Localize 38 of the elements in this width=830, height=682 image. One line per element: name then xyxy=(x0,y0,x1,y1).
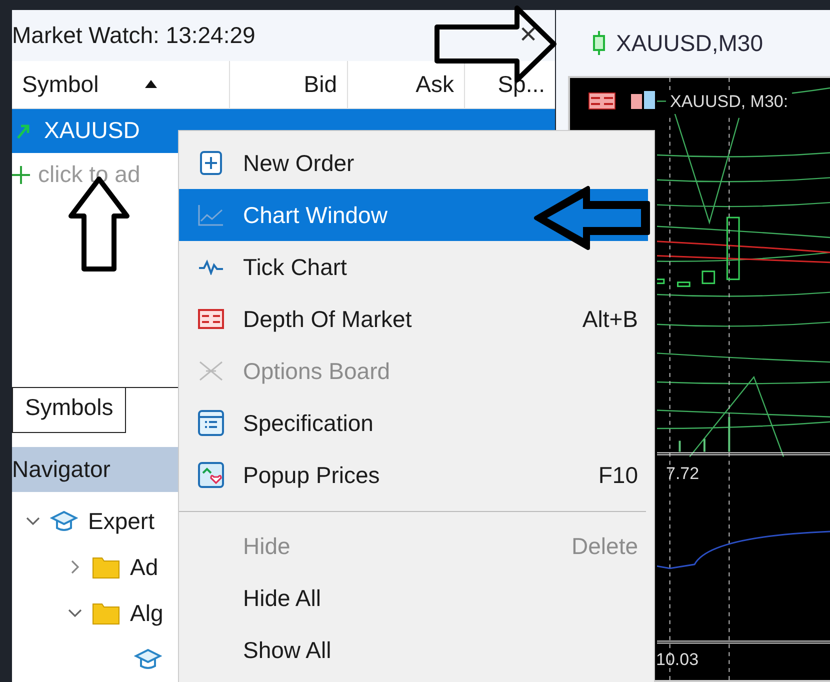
trend-up-icon xyxy=(16,122,30,139)
list-icon xyxy=(198,410,224,436)
tree-item[interactable]: Alg xyxy=(130,600,164,626)
folder-icon xyxy=(92,601,120,625)
chart-window-title: XAUUSD,M30 xyxy=(616,30,763,56)
menu-item[interactable]: Show All xyxy=(179,624,648,676)
column-header[interactable]: Ask xyxy=(348,60,465,108)
depth-of-market-icon xyxy=(198,309,224,329)
close-button[interactable]: × xyxy=(519,18,537,52)
column-header[interactable]: Symbol xyxy=(12,60,230,108)
menu-item[interactable]: Hide All xyxy=(179,572,648,624)
menu-item[interactable]: New Order xyxy=(179,137,648,189)
tree-item[interactable]: Ad xyxy=(130,554,158,580)
tree-item[interactable]: Expert xyxy=(88,508,154,534)
folder-icon xyxy=(92,555,120,579)
column-header[interactable]: Bid xyxy=(230,60,348,108)
panel-title: Market Watch: 13:24:29 xyxy=(12,22,256,49)
graduation-cap-icon xyxy=(50,509,78,533)
tick-chart-icon xyxy=(198,259,224,275)
symbol-name: XAUUSD xyxy=(44,117,140,144)
panel-title: Navigator xyxy=(12,456,110,483)
options-icon xyxy=(198,360,224,382)
depth-of-market-icon[interactable] xyxy=(588,92,616,110)
graduation-cap-icon xyxy=(134,647,162,671)
add-icon xyxy=(12,166,30,184)
indicator-value: 7.72 xyxy=(666,464,700,484)
add-document-icon xyxy=(199,150,223,176)
chart-tab[interactable]: XAUUSD,M30 xyxy=(556,10,830,76)
column-header[interactable]: Sp... xyxy=(465,60,555,108)
menu-item[interactable]: Tick Chart xyxy=(179,241,648,293)
menu-item[interactable]: Specification xyxy=(179,397,648,449)
indicator-value: 10.03 xyxy=(656,650,699,670)
chart-symbol-label: XAUUSD, M30: xyxy=(666,90,792,114)
menu-item[interactable]: Popup Prices F10 xyxy=(179,449,648,501)
menu-item[interactable]: Depth Of Market Alt+B xyxy=(179,293,648,345)
popup-prices-icon xyxy=(198,462,224,488)
line-chart-icon xyxy=(198,204,224,226)
symbols-tab[interactable]: Symbols xyxy=(12,388,126,433)
